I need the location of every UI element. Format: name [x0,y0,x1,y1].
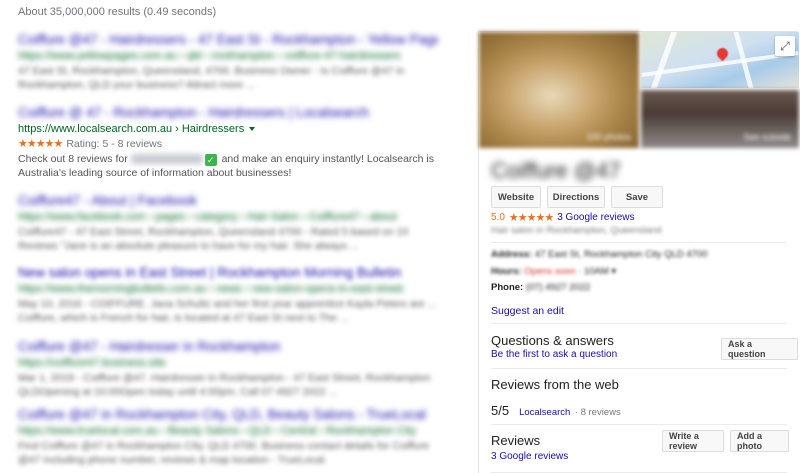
result-item: Coiffure @47 - Hairdresser in Rockhampto… [18,339,438,399]
web-review-item: 5/5 Localsearch · 8 reviews [491,402,621,420]
street-view-photo[interactable]: See outside [641,90,799,148]
hours-dropdown[interactable]: · 10AM ▾ [578,266,616,277]
panel-rating: 5.0 ★★★★★ 3 Google reviews [491,211,634,224]
google-reviews-link[interactable]: 3 Google reviews [557,212,634,223]
result-snippet: Mar 1, 2019 - Coiffure @47. Hairdresser … [18,372,431,398]
photo-count: 100 photos [586,132,631,142]
result-item: Coiffure @47 - Hairdressers - 47 East St… [18,32,438,92]
website-button[interactable]: Website [491,186,541,208]
divider [491,368,787,369]
photo-strip: 100 photos ⤢ See outside [479,32,799,148]
expand-icon[interactable]: ⤢ [775,36,795,56]
result-url[interactable]: https://www.yellowpages.com.au › qld › r… [18,50,438,62]
result-snippet: May 10, 2016 - COIFFURE. Jana Schultz an… [18,298,437,324]
result-title[interactable]: Coiffure @47 - Hairdressers - 47 East St… [18,32,438,47]
result-rating: ★★★★★ Rating: 5 - 8 reviews [18,137,438,151]
result-title[interactable]: New salon opens in East Street | Rockham… [18,265,438,280]
google-reviews-link[interactable]: 3 Google reviews [491,451,568,462]
url-dropdown-icon[interactable] [249,127,256,132]
hours-line: Hours: Opens soon · 10AM ▾ [491,266,617,277]
result-title[interactable]: Coiffure @47 in Rockhampton City, QLD, B… [18,407,438,422]
result-snippet: Check out 8 reviews for ✓ and make an en… [18,153,435,179]
directions-button[interactable]: Directions [547,186,605,208]
rating-stars-icon: ★★★★★ [508,212,554,224]
result-item: Coiffure47 - About | Facebook https://ww… [18,193,438,253]
result-url[interactable]: https://www.themorningbulletin.com.au › … [18,283,438,295]
checkmark-icon: ✓ [204,154,217,166]
redacted-name [130,154,203,165]
suggest-edit-link[interactable]: Suggest an edit [491,305,564,317]
divider [491,242,787,243]
result-url[interactable]: https://coiffure47.business.site [18,357,438,369]
save-button[interactable]: Save [611,186,663,208]
qa-heading: Questions & answers [491,333,614,348]
address-line: Address: 47 East St, Rockhampton City QL… [491,249,708,260]
web-review-score: 5/5 [491,403,510,418]
localsearch-link[interactable]: Localsearch [519,407,570,418]
web-reviews-heading: Reviews from the web [491,377,619,392]
result-snippet: Coiffure47 - 47 East Street, Rockhampton… [18,226,409,252]
knowledge-panel: 100 photos ⤢ See outside Coiffure @47 We… [478,31,799,473]
reviews-heading: Reviews [491,433,541,448]
ask-first-question-link[interactable]: Be the first to ask a question [491,349,617,360]
address-value[interactable]: 47 East St, Rockhampton City QLD 4700 [535,249,708,260]
rating-text: Rating: 5 - 8 reviews [66,137,163,150]
result-item-localsearch: Coiffure @ 47 - Rockhampton - Hairdresse… [18,105,438,180]
result-snippet: 47 East St, Rockhampton, Queensland, 470… [18,65,405,91]
results-stats: About 35,000,000 results (0.49 seconds) [18,6,217,18]
business-category: Hair salon in Rockhampton, Queensland [491,225,662,236]
result-url[interactable]: https://www.localsearch.com.au › Hairdre… [18,123,438,135]
rating-stars-icon: ★★★★★ [18,138,63,150]
action-buttons: Website Directions Save [491,186,663,208]
rating-value: 5.0 [491,212,505,223]
result-url[interactable]: https://www.truelocal.com.au › Beauty Sa… [18,425,438,437]
map-and-street: ⤢ See outside [641,32,799,148]
business-photo[interactable]: 100 photos [479,32,639,148]
result-item: New salon opens in East Street | Rockham… [18,265,438,325]
add-photo-button[interactable]: Add a photo [730,430,789,452]
ask-question-button[interactable]: Ask a question [721,338,798,360]
street-view-caption: See outside [743,132,791,142]
phone-line: Phone: (07) 4927 2022 [491,282,591,293]
divider [491,323,787,324]
result-title[interactable]: Coiffure47 - About | Facebook [18,193,438,208]
result-title[interactable]: Coiffure @ 47 - Rockhampton - Hairdresse… [18,105,438,120]
result-url[interactable]: https://www.facebook.com › pages › categ… [18,211,438,223]
map-pin-icon [714,45,731,62]
phone-value[interactable]: (07) 4927 2022 [526,282,590,293]
result-item: Coiffure @47 in Rockhampton City, QLD, B… [18,407,438,467]
result-snippet: Find Coiffure @47 in Rockhampton City, Q… [18,440,430,466]
write-review-button[interactable]: Write a review [662,430,724,452]
divider [491,424,787,425]
web-review-count: · 8 reviews [574,407,621,418]
hours-status: Opens soon [524,266,576,277]
business-name: Coiffure @47 [491,158,621,183]
result-title[interactable]: Coiffure @47 - Hairdresser in Rockhampto… [18,339,438,354]
